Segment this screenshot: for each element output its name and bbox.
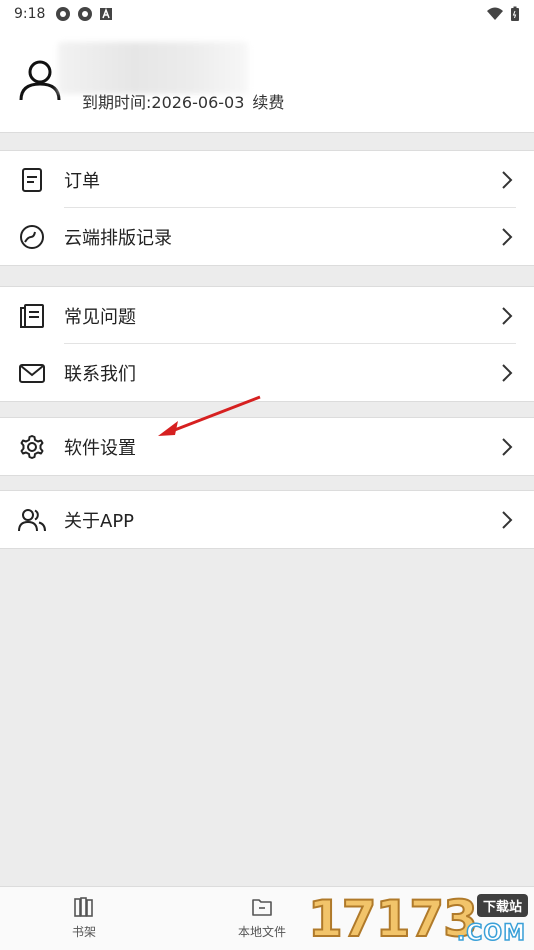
bottom-navigation: 书架 本地文件 17173 下载站 .COM: [0, 886, 534, 950]
a-notification-icon: [100, 7, 113, 20]
avatar-icon: [19, 60, 61, 101]
battery-icon: [511, 6, 519, 21]
expiry-date: 到期时间:2026-06-03: [82, 93, 245, 112]
menu-item-label: 常见问题: [64, 306, 136, 328]
profile-card[interactable]: 到期时间:2026-06-03 续费: [0, 28, 534, 133]
menu-item-contact[interactable]: 联系我们: [0, 344, 534, 401]
users-icon: [18, 508, 46, 531]
menu-item-faq[interactable]: 常见问题: [0, 287, 534, 344]
app-notification-icon: [56, 7, 71, 21]
renew-link[interactable]: 续费: [252, 93, 284, 112]
cloud-history-icon: [20, 224, 44, 249]
wifi-icon: [487, 7, 503, 20]
site-watermark: 17173 下载站 .COM: [307, 888, 534, 950]
order-icon: [22, 167, 42, 192]
menu-item-about[interactable]: 关于APP: [0, 491, 534, 548]
subscription-expiry: 到期时间:2026-06-03 续费: [82, 89, 284, 113]
status-notification-icons: [55, 6, 113, 22]
menu-item-cloud-history[interactable]: 云端排版记录: [0, 208, 534, 265]
menu-item-label: 关于APP: [64, 510, 135, 532]
chevron-right-icon: [502, 437, 513, 456]
status-system-icons: [486, 6, 520, 22]
menu-item-label: 软件设置: [64, 437, 136, 459]
mail-icon: [19, 363, 45, 383]
watermark-domain: .COM: [456, 920, 526, 947]
chevron-right-icon: [502, 227, 513, 246]
folder-icon: [252, 899, 272, 916]
status-bar: 9:18: [0, 0, 534, 28]
annotation-arrow-icon: [158, 395, 261, 436]
watermark-number: 17173: [307, 889, 479, 949]
watermark-badge: 下载站: [476, 894, 528, 917]
tab-label: 本地文件: [238, 925, 287, 939]
faq-icon: [20, 303, 44, 328]
menu-group-about: 关于APP: [0, 490, 534, 549]
gear-icon: [20, 434, 44, 459]
bookshelf-icon: [74, 897, 93, 917]
chevron-right-icon: [502, 510, 513, 529]
chevron-right-icon: [502, 306, 513, 325]
menu-group-help: 常见问题 联系我们: [0, 286, 534, 402]
menu-group-orders: 订单 云端排版记录: [0, 150, 534, 266]
app-notification-icon: [78, 7, 93, 21]
username-redacted: [58, 42, 248, 94]
chevron-right-icon: [502, 363, 513, 382]
menu-item-label: 联系我们: [64, 363, 136, 385]
menu-item-label: 订单: [64, 170, 100, 192]
tab-label: 书架: [72, 925, 97, 939]
menu-item-orders[interactable]: 订单: [0, 151, 534, 208]
menu-item-settings[interactable]: 软件设置: [0, 418, 534, 475]
status-time: 9:18: [14, 6, 46, 22]
chevron-right-icon: [502, 170, 513, 189]
menu-group-settings: 软件设置: [0, 417, 534, 476]
tab-bookshelf[interactable]: 书架: [72, 895, 96, 940]
menu-item-label: 云端排版记录: [64, 227, 172, 249]
tab-local-files[interactable]: 本地文件: [238, 895, 286, 940]
